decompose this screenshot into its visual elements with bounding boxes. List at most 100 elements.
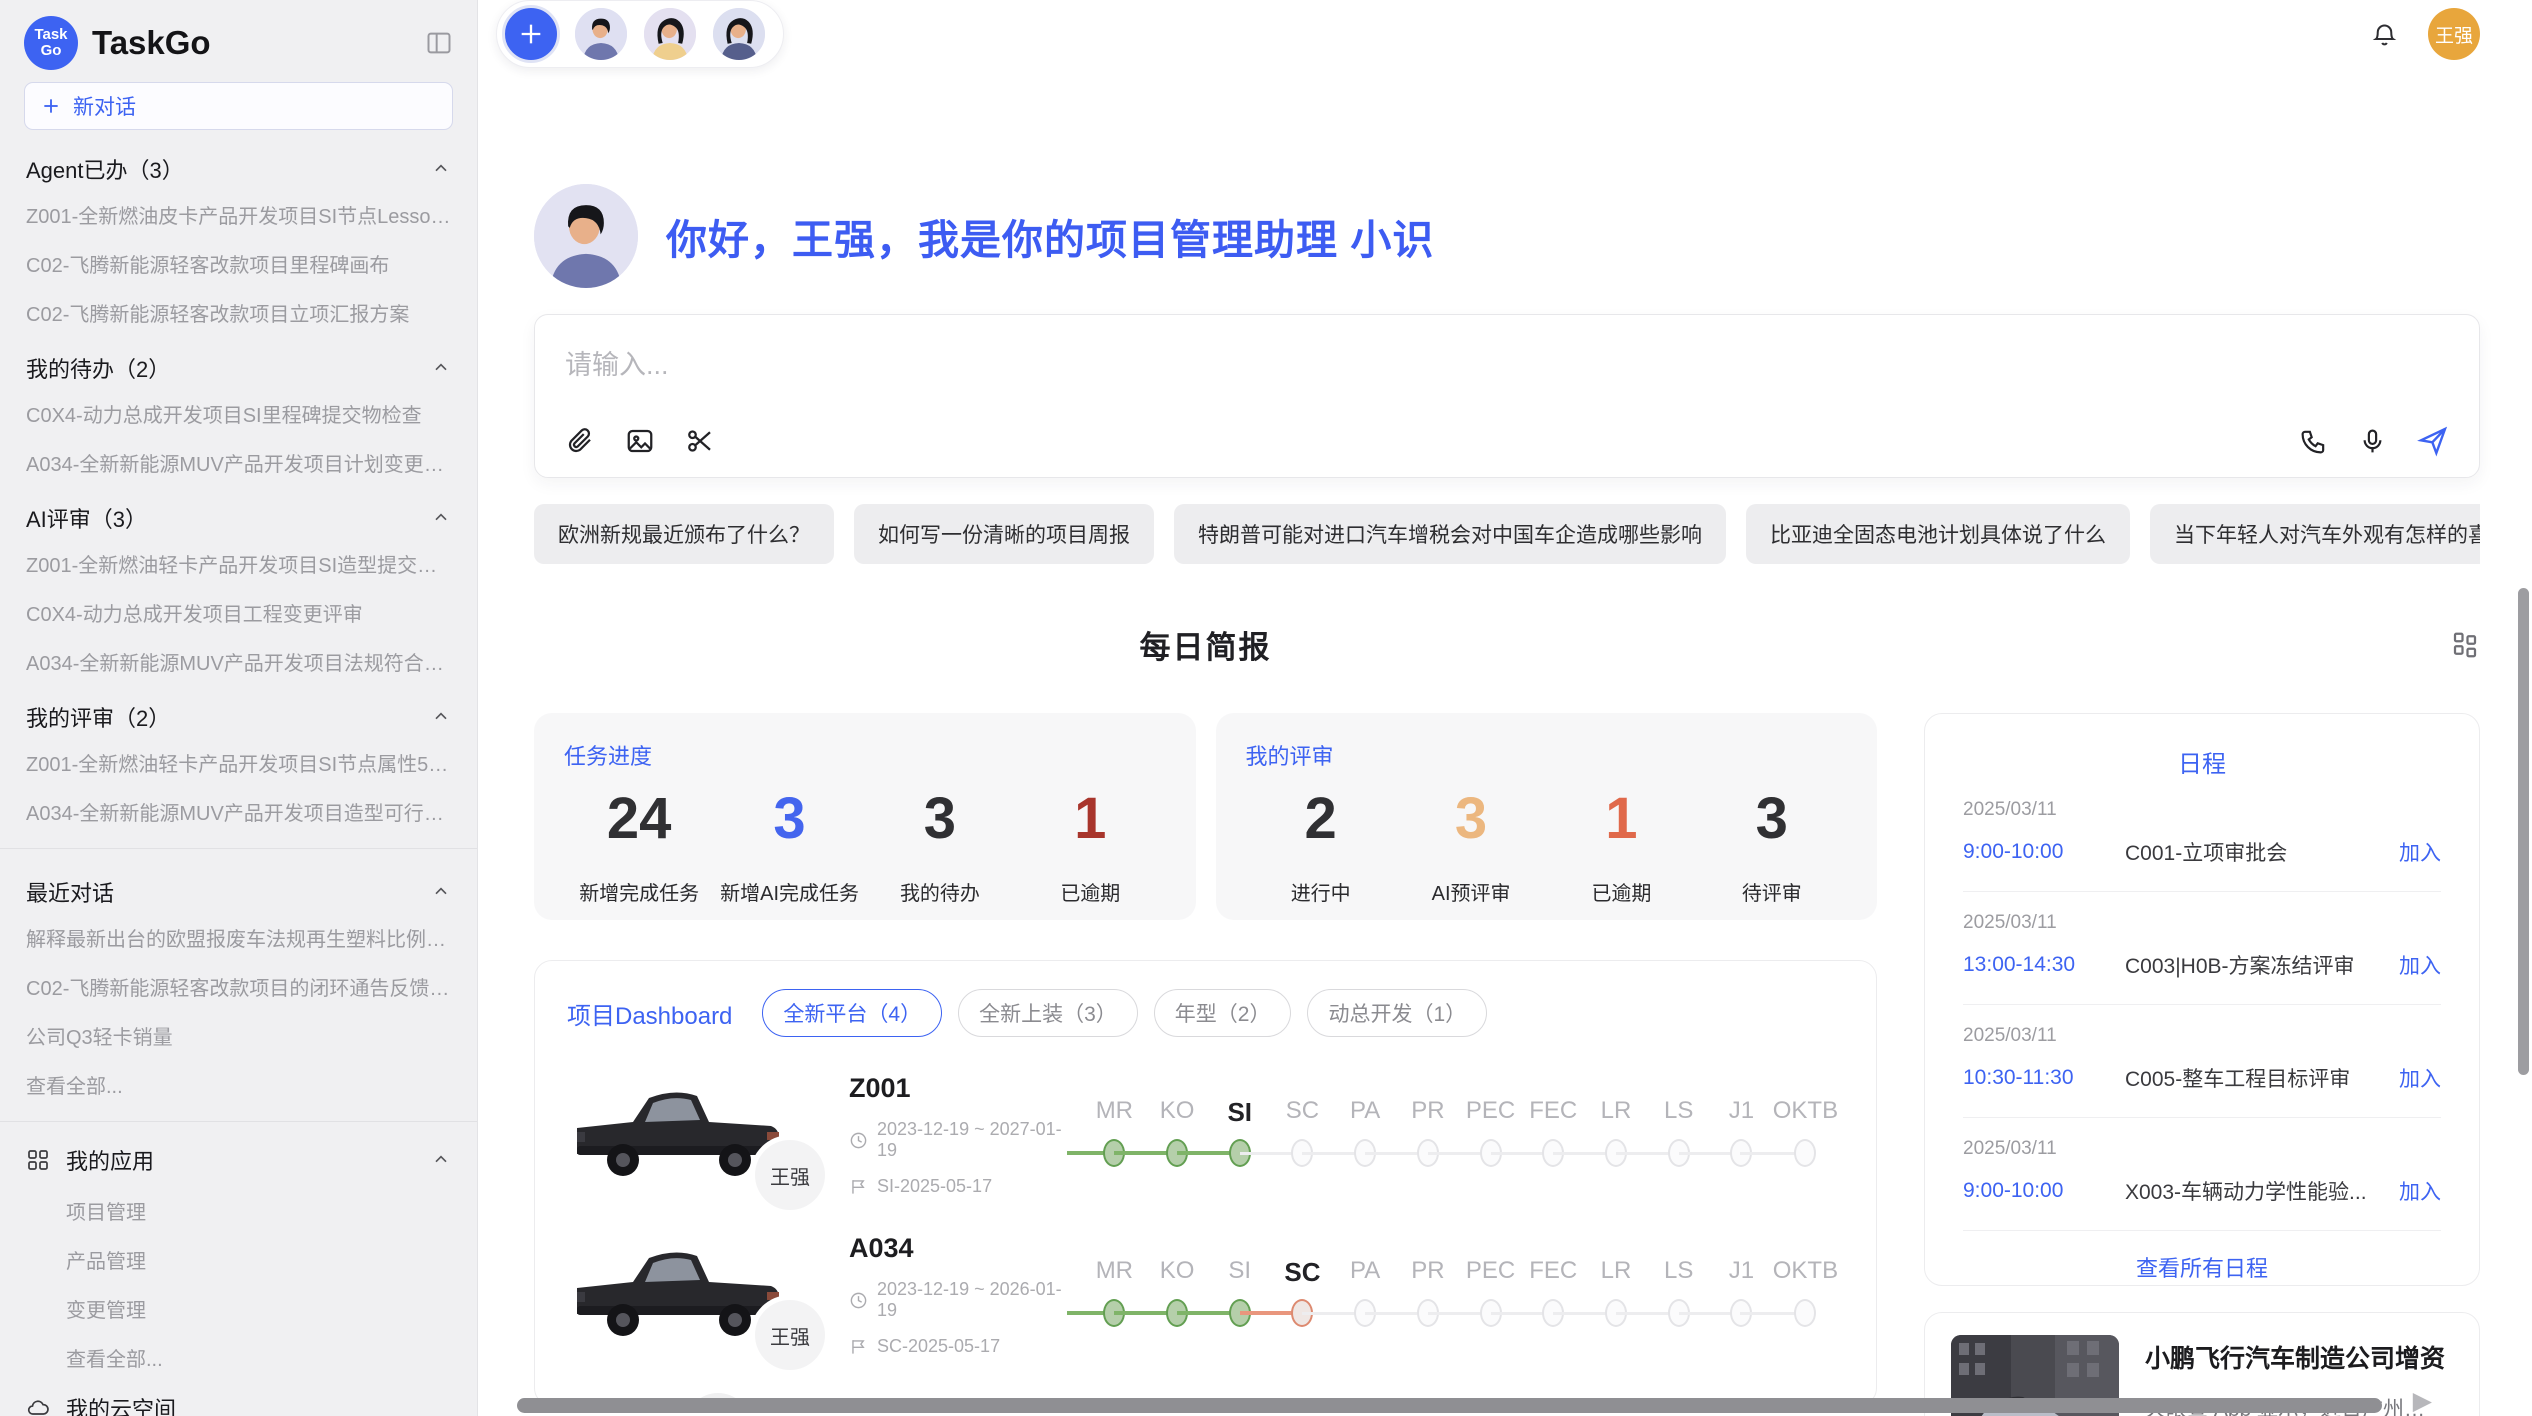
layout-grid-icon[interactable]: [2450, 630, 2480, 660]
suggestion-chip[interactable]: 如何写一份清晰的项目周报: [854, 504, 1154, 564]
milestone-label: LS: [1647, 1097, 1710, 1133]
stat: 3AI预评审: [1396, 787, 1546, 906]
member-avatar[interactable]: [573, 6, 629, 62]
sidebar-item-my-apps[interactable]: 我的应用: [24, 1134, 453, 1186]
sidebar-section-header[interactable]: 我的待办（2）: [24, 337, 453, 389]
sidebar-conversation-item[interactable]: C02-飞腾新能源轻客改款项目立项汇报方案: [24, 288, 453, 337]
app-sub-item[interactable]: 产品管理: [24, 1235, 453, 1284]
stat-value: 3: [714, 787, 864, 851]
milestone: OKTB: [1773, 1257, 1838, 1333]
horizontal-scrollbar[interactable]: [517, 1398, 2382, 1413]
suggestion-chip[interactable]: 比亚迪全固态电池计划具体说了什么: [1746, 504, 2130, 564]
image-icon[interactable]: [625, 426, 655, 456]
scissors-icon[interactable]: [685, 426, 715, 456]
send-icon[interactable]: [2417, 425, 2449, 457]
grid-icon: [26, 1148, 50, 1172]
project-dates: 2023-12-19 ~ 2026-01-19: [849, 1279, 1071, 1321]
dashboard-header: 项目Dashboard 全新平台（4）全新上装（3）年型（2）动总开发（1）: [567, 989, 1844, 1037]
dashboard-filter-chip[interactable]: 年型（2）: [1154, 989, 1292, 1037]
suggestion-chip[interactable]: 当下年轻人对汽车外观有怎样的喜好趋势: [2150, 504, 2480, 564]
schedule-item: 2025/03/119:00-10:00X003-车辆动力学性能验...加入: [1963, 1118, 2441, 1231]
member-avatar[interactable]: [711, 6, 767, 62]
paperclip-icon[interactable]: [565, 426, 595, 456]
schedule-time: 9:00-10:00: [1963, 840, 2115, 864]
logo-line1: Task: [34, 27, 67, 43]
milestone: KO: [1146, 1257, 1209, 1333]
project-row: 王强A0342023-12-19 ~ 2026-01-19SC-2025-05-…: [567, 1233, 1844, 1357]
sidebar-item-cloud-space[interactable]: 我的云空间: [24, 1382, 453, 1416]
suggestion-chip[interactable]: 特朗普可能对进口汽车增税会对中国车企造成哪些影响: [1174, 504, 1726, 564]
new-chat-label: 新对话: [73, 91, 136, 121]
workspace-members: [496, 0, 784, 68]
schedule-item: 2025/03/1113:00-14:30C003|H0B-方案冻结评审加入: [1963, 892, 2441, 1005]
recent-chat-item[interactable]: 查看全部...: [24, 1060, 453, 1109]
divider: [0, 1121, 477, 1122]
vertical-scrollbar[interactable]: [2518, 588, 2529, 1075]
recent-chat-item[interactable]: 公司Q3轻卡销量: [24, 1011, 453, 1060]
sidebar-collapse-icon[interactable]: [425, 29, 453, 57]
sidebar-section-header[interactable]: Agent已办（3）: [24, 138, 453, 190]
sidebar-conversation-item[interactable]: A034-全新新能源MUV产品开发项目计划变更表编写: [24, 438, 453, 487]
join-meeting-link[interactable]: 加入: [2399, 950, 2441, 980]
milestone-label: LR: [1585, 1257, 1648, 1293]
sidebar-conversation-item[interactable]: Z001-全新燃油轻卡产品开发项目SI节点属性5D文件评审: [24, 738, 453, 787]
stat: 24新增完成任务: [564, 787, 714, 906]
chevron-up-icon: [431, 1150, 451, 1170]
sidebar-section-header[interactable]: 我的评审（2）: [24, 686, 453, 738]
stat-label-text: 新增AI完成任务: [714, 877, 864, 906]
schedule-title: 日程: [1963, 744, 2441, 779]
sidebar-conversation-item[interactable]: C0X4-动力总成开发项目SI里程碑提交物检查: [24, 389, 453, 438]
view-all-schedule-link[interactable]: 查看所有日程: [1963, 1231, 2441, 1283]
milestone-label: FEC: [1522, 1097, 1585, 1133]
phone-icon[interactable]: [2299, 427, 2328, 456]
dashboard-filter-chip[interactable]: 全新平台（4）: [762, 989, 942, 1037]
milestone: LS: [1647, 1097, 1710, 1173]
recent-chat-item[interactable]: C02-飞腾新能源轻客改款项目的闭环通告反馈情况: [24, 962, 453, 1011]
add-member-button[interactable]: [502, 5, 560, 63]
join-meeting-link[interactable]: 加入: [2399, 837, 2441, 867]
chat-input-card[interactable]: 请输入...: [534, 314, 2480, 478]
stat-value: 3: [1396, 787, 1546, 851]
mic-icon[interactable]: [2358, 427, 2387, 456]
app-title: TaskGo: [92, 24, 411, 62]
stat-card: 任务进度24新增完成任务3新增AI完成任务3我的待办1已逾期: [534, 713, 1196, 920]
stat: 3 新增AI完成任务: [714, 787, 864, 906]
chat-input[interactable]: 请输入...: [565, 343, 2449, 382]
user-avatar[interactable]: 王强: [2428, 8, 2480, 60]
join-meeting-link[interactable]: 加入: [2399, 1176, 2441, 1206]
sidebar-conversation-item[interactable]: A034-全新新能源MUV产品开发项目法规符合性评审: [24, 637, 453, 686]
recent-chat-item[interactable]: 解释最新出台的欧盟报废车法规再生塑料比例被调至15%...: [24, 913, 453, 962]
stat-label-text: 进行中: [1246, 877, 1396, 906]
join-meeting-link[interactable]: 加入: [2399, 1063, 2441, 1093]
sidebar-section-header-label: 我的待办（2）: [26, 352, 170, 384]
schedule-time: 10:30-11:30: [1963, 1066, 2115, 1090]
member-avatar[interactable]: [642, 6, 698, 62]
sidebar-header: Task Go TaskGo: [0, 12, 477, 82]
app-sub-item[interactable]: 变更管理: [24, 1284, 453, 1333]
sidebar-conversation-item[interactable]: Z001-全新燃油轻卡产品开发项目SI造型提交物评审: [24, 539, 453, 588]
scroll-right-arrow-icon[interactable]: ▶: [2413, 1386, 2432, 1416]
milestone: J1: [1710, 1097, 1773, 1173]
sidebar-conversation-item[interactable]: Z001-全新燃油皮卡产品开发项目SI节点Lesson Learn报告: [24, 190, 453, 239]
dashboard-filter-chip[interactable]: 动总开发（1）: [1307, 989, 1487, 1037]
dashboard-filter-chip[interactable]: 全新上装（3）: [958, 989, 1138, 1037]
greeting-text: 你好，王强，我是你的项目管理助理 小识: [666, 206, 1434, 266]
milestone-label: SC: [1271, 1097, 1334, 1133]
flag-icon: [849, 1177, 868, 1196]
milestone: SC: [1271, 1257, 1334, 1333]
app-sub-item[interactable]: 查看全部...: [24, 1333, 453, 1382]
sidebar-conversation-item[interactable]: C02-飞腾新能源轻客改款项目里程碑画布: [24, 239, 453, 288]
sidebar: Task Go TaskGo 新对话 Agent已办（3）Z001-全新燃油皮卡…: [0, 0, 478, 1416]
suggestion-chip[interactable]: 欧洲新规最近颁布了什么？: [534, 504, 834, 564]
sidebar-conversation-item[interactable]: C0X4-动力总成开发项目工程变更评审: [24, 588, 453, 637]
project-dates: 2023-12-19 ~ 2027-01-19: [849, 1119, 1071, 1161]
notification-bell-icon[interactable]: [2371, 21, 2398, 48]
sidebar-conversation-item[interactable]: A034-全新新能源MUV产品开发项目造型可行性评审: [24, 787, 453, 836]
milestone-label: PR: [1397, 1257, 1460, 1293]
app-logo-icon: Task Go: [24, 16, 78, 70]
recent-chats-header[interactable]: 最近对话: [24, 861, 453, 913]
app-sub-item[interactable]: 项目管理: [24, 1186, 453, 1235]
sidebar-section-header[interactable]: AI评审（3）: [24, 487, 453, 539]
dashboard-filters: 全新平台（4） 全新上装（3） 年型（2） 动总开发（1）: [762, 989, 1487, 1037]
new-chat-button[interactable]: 新对话: [24, 82, 453, 130]
